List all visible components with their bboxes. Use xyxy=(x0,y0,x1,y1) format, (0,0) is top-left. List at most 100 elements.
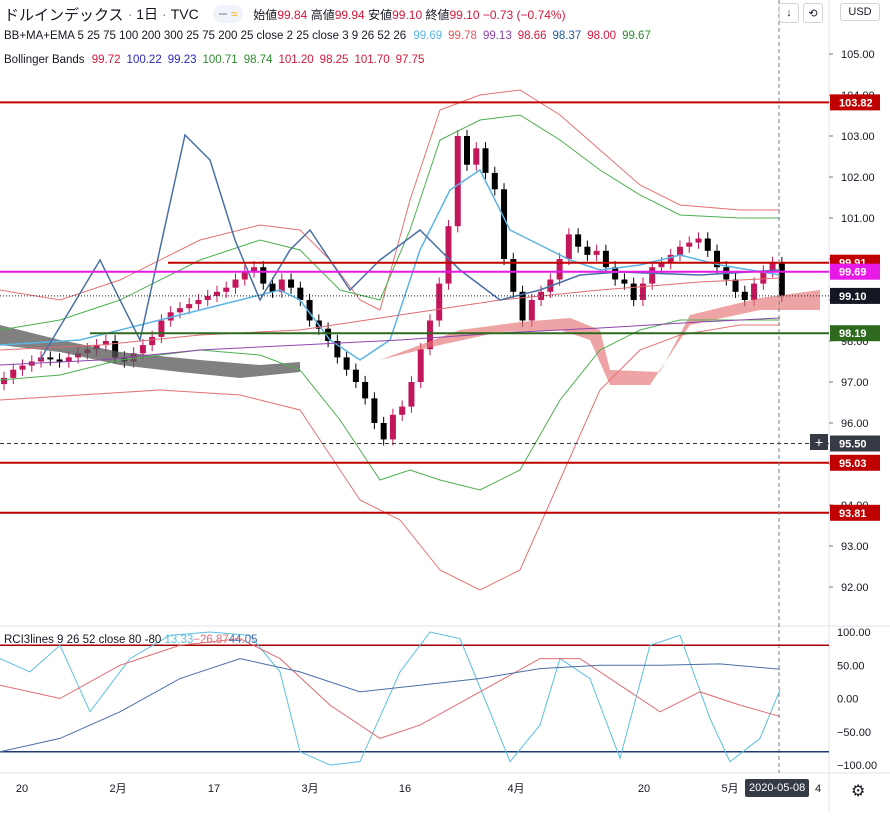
level-price-text: 99.10 xyxy=(839,291,867,303)
add-alert-icon[interactable]: + xyxy=(810,434,828,450)
candle-body xyxy=(630,283,637,300)
reset-icon[interactable]: ⟲ xyxy=(803,3,823,23)
candle-body xyxy=(232,279,239,288)
price-chart-svg[interactable]: 105.00104.00103.00102.00101.00100.0099.0… xyxy=(0,0,890,813)
candle-body xyxy=(408,382,415,407)
low-value: 99.10 xyxy=(392,7,423,22)
ohlc-values: 始値99.84 高値99.94 安値99.10 終値99.10 −0.73 (−… xyxy=(253,6,565,23)
rci-tick-label: −50.00 xyxy=(837,727,871,739)
candle-body xyxy=(658,263,665,268)
indicator-value: 100.71 xyxy=(202,54,238,66)
legend-header: ドルインデックス · 1日 · TVC ≈ 始値99.84 高値99.94 安値… xyxy=(4,3,566,25)
time-tick-label: 4 xyxy=(815,783,821,795)
indicator-bbmaema-legend[interactable]: BB+MA+EMA 5 25 75 100 200 300 25 75 200 … xyxy=(4,30,657,42)
candle-body xyxy=(204,295,211,300)
candle-body xyxy=(65,357,72,362)
candle-body xyxy=(482,148,489,173)
time-tick-label: 17 xyxy=(208,783,220,795)
visibility-toggle[interactable]: ≈ xyxy=(212,5,244,23)
level-price-text: 103.82 xyxy=(839,97,873,109)
cloud-bullish xyxy=(380,290,820,385)
candle-body xyxy=(584,246,591,255)
rci-tick-label: −100.00 xyxy=(837,760,877,772)
candle-body xyxy=(676,246,683,255)
open-label: 始値 xyxy=(253,7,278,22)
candle-body xyxy=(352,369,359,382)
candle-body xyxy=(362,382,369,399)
chikou-span xyxy=(39,133,781,361)
indicator-bollinger-legend[interactable]: Bollinger Bands 99.72 100.22 99.23 100.71 98… xyxy=(4,54,430,66)
indicator-value: 98.37 xyxy=(552,30,582,42)
candle-body xyxy=(399,406,406,415)
indicator-value: 101.70 xyxy=(354,54,390,66)
candle-body xyxy=(176,308,183,313)
candle-body xyxy=(778,263,785,296)
candle-body xyxy=(528,300,535,321)
candle-body xyxy=(343,357,350,370)
indicator-values: 99.69 99.78 99.13 98.66 98.37 98.00 99.67 xyxy=(413,30,656,42)
close-value: 99.10 xyxy=(449,7,480,22)
low-label: 安値 xyxy=(368,7,393,22)
candle-body xyxy=(501,189,508,259)
time-tick-label: 16 xyxy=(399,783,411,795)
candle-body xyxy=(751,283,758,300)
indicator-value: 99.13 xyxy=(482,30,512,42)
indicator-value: 44.05 xyxy=(228,634,258,646)
gear-icon[interactable]: ⚙ xyxy=(851,781,865,801)
indicator-value: 99.72 xyxy=(91,54,121,66)
rci-tick-label: 0.00 xyxy=(837,694,858,706)
indicator-value: 99.67 xyxy=(622,30,651,42)
chart-top-buttons: ↓ ⟲ xyxy=(779,3,823,23)
candle-body xyxy=(704,238,711,251)
candle-body xyxy=(380,423,387,440)
chart-area[interactable]: 105.00104.00103.00102.00101.00100.0099.0… xyxy=(0,0,890,813)
price-tick-label: 101.00 xyxy=(841,213,875,225)
rci-tick-label: 100.00 xyxy=(837,627,871,639)
candle-body xyxy=(371,398,378,423)
candle-body xyxy=(139,345,146,354)
candle-body xyxy=(575,234,582,247)
level-price-text: 95.50 xyxy=(839,439,867,451)
high-value: 99.94 xyxy=(334,7,365,22)
candle-body xyxy=(149,336,156,346)
source-label: TVC xyxy=(170,6,199,22)
price-tick-label: 92.00 xyxy=(841,582,869,594)
symbol-name[interactable]: ドルインデックス xyxy=(4,4,124,25)
interval-label[interactable]: 1日 xyxy=(136,4,158,24)
arrow-down-icon[interactable]: ↓ xyxy=(779,3,799,23)
candle-body xyxy=(260,267,267,284)
candle-body xyxy=(565,234,572,259)
candle-body xyxy=(56,359,63,362)
candle-body xyxy=(445,226,452,284)
candle-body xyxy=(732,279,739,292)
candle-body xyxy=(288,279,295,288)
bb-lower-3 xyxy=(0,324,780,591)
candle-body xyxy=(593,250,600,255)
level-price-text: 98.19 xyxy=(839,328,867,340)
price-tick-label: 93.00 xyxy=(841,541,869,553)
candle-body xyxy=(389,414,396,440)
candle-body xyxy=(464,136,470,165)
close-label: 終値 xyxy=(425,7,450,22)
indicator-name: BB+MA+EMA 5 25 75 100 200 300 25 75 200 … xyxy=(4,30,407,42)
indicator-value: 13.33 xyxy=(164,634,194,646)
candle-body xyxy=(491,172,498,190)
candle-body xyxy=(436,283,443,321)
rci-short-line xyxy=(0,631,781,766)
indicator-rci-legend[interactable]: RCI3lines 9 26 52 close 80 -80 13.33−26.… xyxy=(4,634,258,646)
rci-tick-label: 50.00 xyxy=(837,660,865,672)
candle-body xyxy=(158,320,165,337)
candle-body xyxy=(223,287,230,292)
time-tick-label: 20 xyxy=(16,783,28,795)
time-tick-label: 4月 xyxy=(507,783,524,795)
time-tick-label: 2月 xyxy=(109,783,126,795)
currency-button[interactable]: USD xyxy=(840,3,880,21)
candle-body xyxy=(473,148,480,165)
crosshair-date-label: 2020-05-08 xyxy=(745,779,810,797)
price-tick-label: 97.00 xyxy=(841,377,869,389)
candle-body xyxy=(19,365,26,370)
price-tick-label: 103.00 xyxy=(841,131,875,143)
candle-body xyxy=(10,369,17,378)
candle-body xyxy=(1,377,7,385)
indicator-value: 97.75 xyxy=(395,54,425,66)
